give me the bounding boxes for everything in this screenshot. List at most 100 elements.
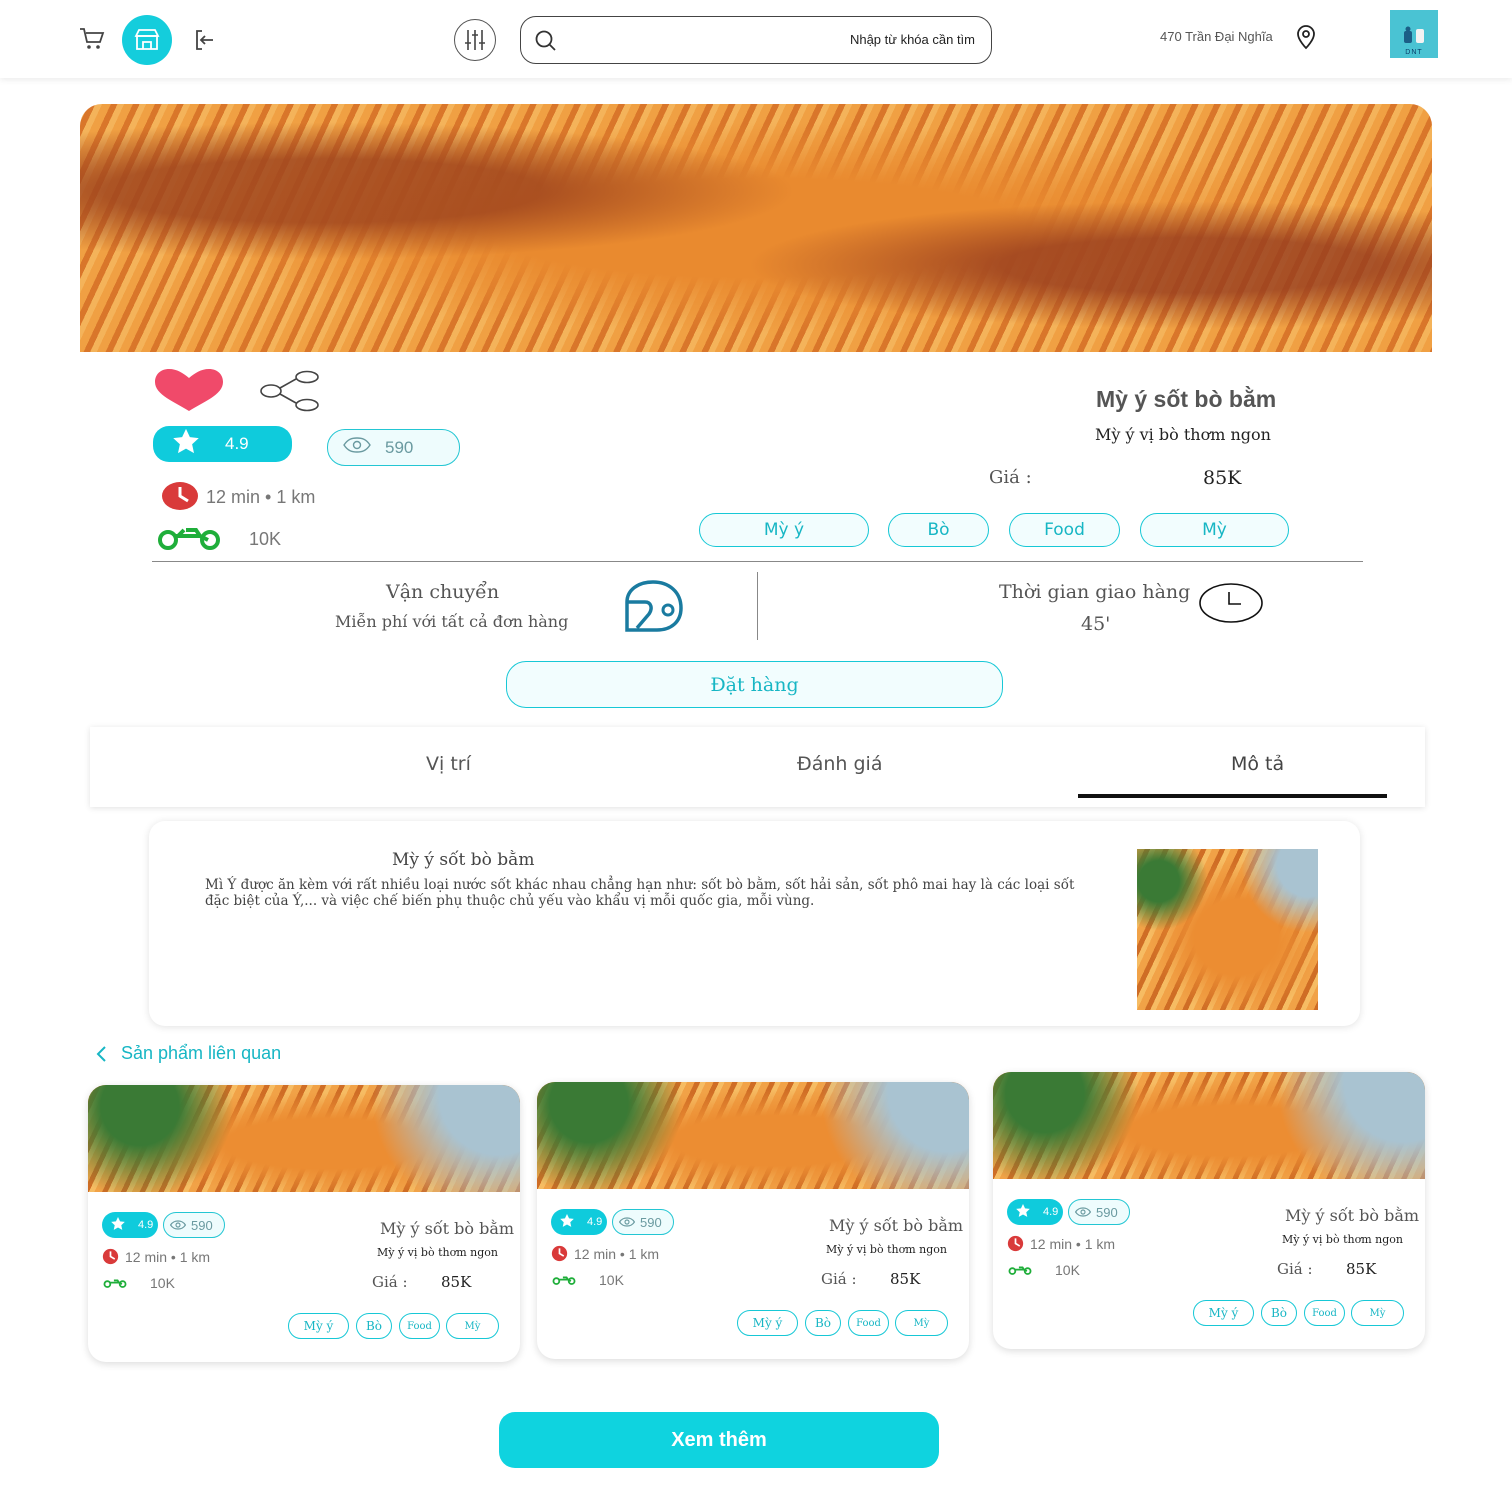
location-pin-icon[interactable] <box>1295 24 1317 55</box>
tab-reviews[interactable]: Đánh giá <box>797 753 882 775</box>
star-icon <box>110 1216 126 1235</box>
card-subtitle: Mỳ ý vị bò thơm ngon <box>377 1246 498 1259</box>
delivery-address[interactable]: 470 Trần Đại Nghĩa <box>1160 29 1273 44</box>
card-fee: 10K <box>150 1275 175 1291</box>
card-tag-food[interactable]: Food <box>399 1313 440 1339</box>
card-rating: 4.9 <box>587 1216 603 1228</box>
clock-icon <box>551 1245 568 1267</box>
card-tag-my[interactable]: Mỳ <box>446 1313 499 1339</box>
clock-icon <box>161 481 199 516</box>
related-card[interactable]: 4.9 590 12 min • 1 km 10K Mỳ ý sốt bò bằ… <box>88 1085 520 1362</box>
card-tag-bo[interactable]: Bò <box>356 1313 392 1339</box>
card-tag-my-y[interactable]: Mỳ ý <box>288 1313 349 1339</box>
card-name: Mỳ ý sốt bò bằm <box>380 1219 515 1238</box>
shipping-title: Vận chuyển <box>386 581 500 603</box>
related-card[interactable]: 4.9 590 12 min • 1 km 10K Mỳ ý sốt bò bằ… <box>537 1082 969 1359</box>
motorbike-icon <box>103 1276 127 1295</box>
card-time: 12 min • 1 km <box>125 1249 211 1265</box>
card-subtitle: Mỳ ý vị bò thơm ngon <box>826 1243 947 1256</box>
delivery-title: Thời gian giao hàng <box>999 581 1191 603</box>
logout-icon[interactable] <box>192 28 216 57</box>
card-food-image <box>993 1072 1425 1179</box>
info-divider <box>757 572 758 640</box>
card-time: 12 min • 1 km <box>574 1246 660 1262</box>
card-tag-my-y[interactable]: Mỳ ý <box>737 1310 798 1336</box>
delivery-clock-icon <box>1198 582 1264 629</box>
clock-icon <box>1007 1235 1024 1257</box>
eye-icon <box>169 1218 187 1233</box>
card-tag-my-y[interactable]: Mỳ ý <box>1193 1300 1254 1326</box>
user-avatar[interactable]: DNT <box>1390 10 1438 58</box>
views-badge: 590 <box>327 429 460 466</box>
search-icon <box>535 30 557 57</box>
card-views: 590 <box>640 1214 662 1230</box>
card-rating-badge: 4.9 <box>1007 1199 1063 1225</box>
chevron-left-icon[interactable] <box>95 1044 107 1069</box>
heart-icon[interactable] <box>155 369 223 416</box>
related-card[interactable]: 4.9 590 12 min • 1 km 10K Mỳ ý sốt bò bằ… <box>993 1072 1425 1349</box>
shipping-text: Miễn phí với tất cả đơn hàng <box>335 612 569 631</box>
cart-icon[interactable] <box>79 27 105 56</box>
time-distance: 12 min • 1 km <box>206 487 316 507</box>
card-fee: 10K <box>1055 1262 1080 1278</box>
rating-badge: 4.9 <box>153 426 292 462</box>
shipping-fee: 10K <box>249 529 282 549</box>
tag-bo[interactable]: Bò <box>888 513 989 547</box>
card-views: 590 <box>1096 1204 1118 1220</box>
search-placeholder: Nhập từ khóa cần tìm <box>849 32 975 47</box>
see-more-button[interactable]: Xem thêm <box>499 1412 939 1468</box>
card-views-badge: 590 <box>1068 1199 1130 1225</box>
motorbike-icon <box>552 1273 576 1292</box>
description-text: Mì Ý được ăn kèm với rất nhiều loại nước… <box>205 877 1075 909</box>
card-time: 12 min • 1 km <box>1030 1236 1116 1252</box>
filter-icon[interactable] <box>454 19 496 61</box>
search-input[interactable]: Nhập từ khóa cần tìm <box>520 16 992 64</box>
tag-food[interactable]: Food <box>1009 513 1120 547</box>
description-food-image <box>1137 849 1318 1010</box>
star-icon <box>167 427 205 462</box>
card-name: Mỳ ý sốt bò bằm <box>829 1216 964 1235</box>
share-icon[interactable] <box>259 370 321 417</box>
card-food-image <box>88 1085 520 1192</box>
motorbike-icon <box>156 524 222 555</box>
top-header: Nhập từ khóa cần tìm 470 Trần Đại Nghĩa … <box>0 0 1512 78</box>
description-title: Mỳ ý sốt bò bằm <box>392 850 535 870</box>
order-button[interactable]: Đặt hàng <box>506 661 1003 708</box>
views-value: 590 <box>385 437 414 457</box>
card-food-image <box>537 1082 969 1189</box>
product-subtitle: Mỳ ý vị bò thơm ngon <box>1095 425 1271 444</box>
store-icon[interactable] <box>122 15 172 65</box>
description-card: Mỳ ý sốt bò bằm Mì Ý được ăn kèm với rất… <box>149 821 1360 1026</box>
avatar-text: DNT <box>1405 49 1423 56</box>
card-price: 85K <box>890 1270 921 1288</box>
tag-my[interactable]: Mỳ <box>1140 513 1289 547</box>
active-tab-indicator <box>1078 794 1387 798</box>
card-tag-bo[interactable]: Bò <box>805 1310 841 1336</box>
tab-location[interactable]: Vị trí <box>426 753 471 775</box>
card-tag-food[interactable]: Food <box>1304 1300 1345 1326</box>
card-tag-my[interactable]: Mỳ <box>1351 1300 1404 1326</box>
tag-my-y[interactable]: Mỳ ý <box>699 513 869 547</box>
card-views-badge: 590 <box>612 1209 674 1235</box>
card-views: 590 <box>191 1217 213 1233</box>
card-price-label: Giá : <box>821 1270 857 1288</box>
card-tag-food[interactable]: Food <box>848 1310 889 1336</box>
star-icon <box>559 1213 575 1232</box>
card-subtitle: Mỳ ý vị bò thơm ngon <box>1282 1233 1403 1246</box>
delivery-time: 45' <box>1081 613 1111 635</box>
helmet-icon <box>623 580 685 643</box>
card-tag-my[interactable]: Mỳ <box>895 1310 948 1336</box>
related-title: Sản phẩm liên quan <box>121 1043 282 1063</box>
hero-food-image <box>80 104 1432 352</box>
card-price: 85K <box>441 1273 472 1291</box>
motorbike-icon <box>1008 1263 1032 1282</box>
eye-icon <box>1074 1205 1092 1220</box>
card-tag-bo[interactable]: Bò <box>1261 1300 1297 1326</box>
eye-icon <box>343 437 371 458</box>
price-value: 85K <box>1203 467 1242 489</box>
card-views-badge: 590 <box>163 1212 225 1238</box>
card-fee: 10K <box>599 1272 624 1288</box>
card-rating: 4.9 <box>138 1219 154 1231</box>
rating-value: 4.9 <box>225 434 249 453</box>
tab-description[interactable]: Mô tả <box>1231 753 1284 775</box>
